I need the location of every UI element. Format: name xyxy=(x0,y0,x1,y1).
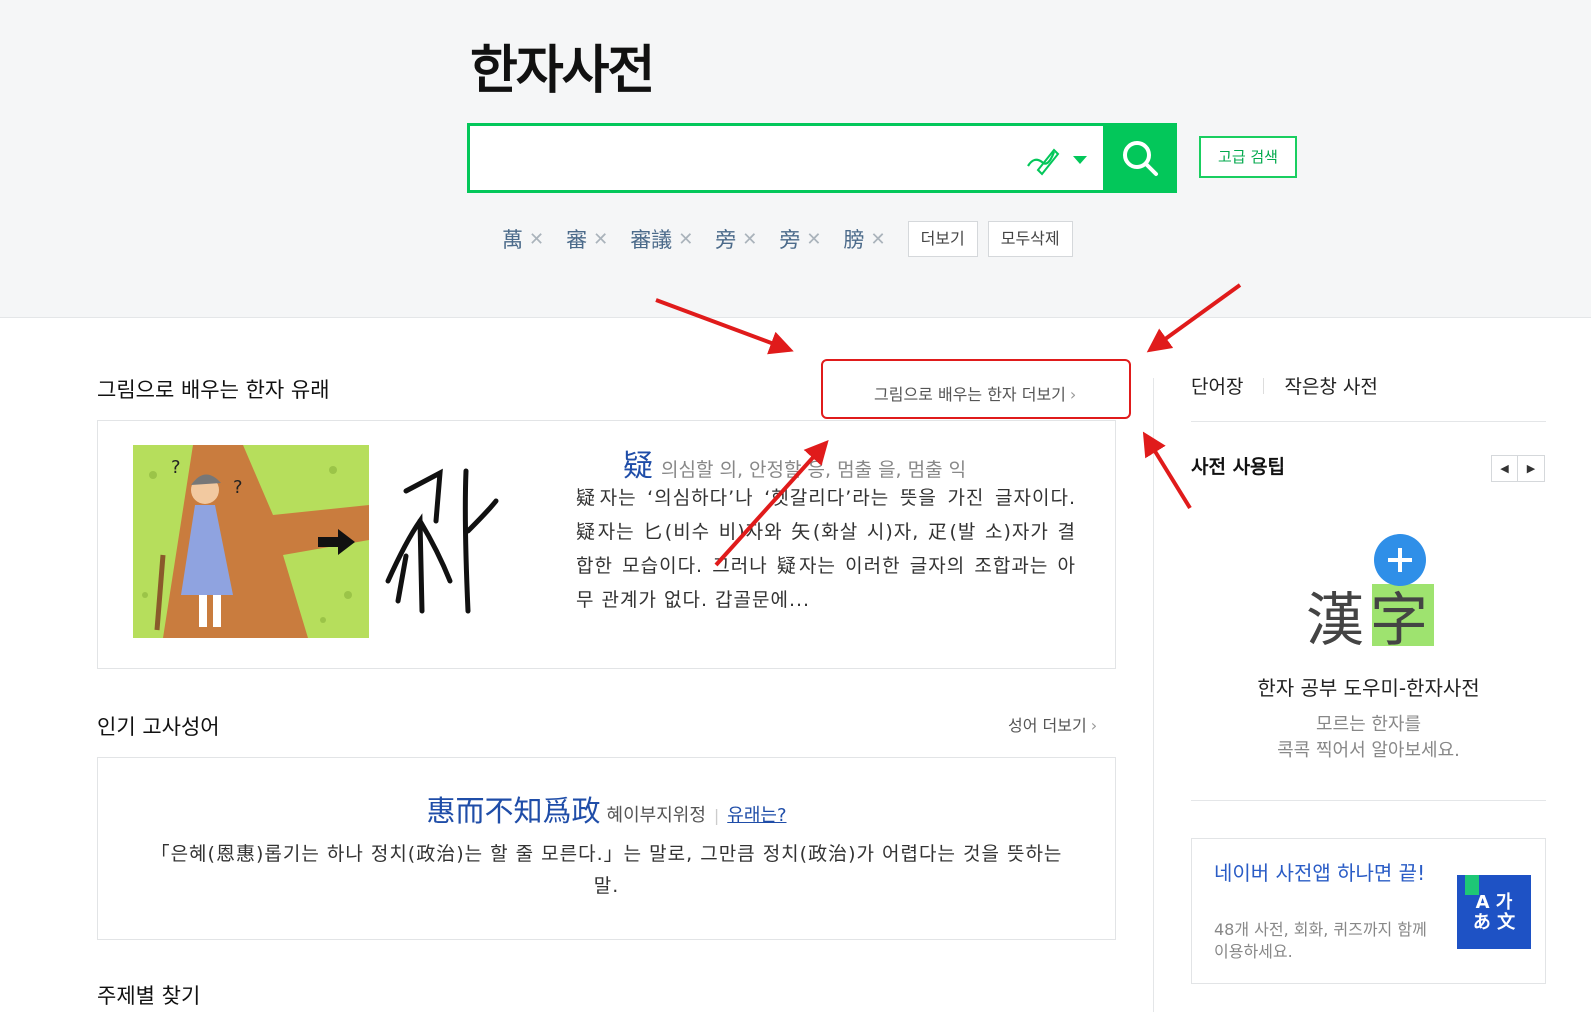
tips-pager: ◀ ▶ xyxy=(1491,455,1545,482)
character[interactable]: 疑 xyxy=(623,449,653,484)
remove-icon[interactable]: ✕ xyxy=(529,229,544,250)
search-icon xyxy=(1123,141,1158,176)
app-icon-text: A 가 xyxy=(1475,892,1513,913)
recent-more-button[interactable]: 더보기 xyxy=(907,221,978,257)
search-input[interactable] xyxy=(482,136,1002,180)
annotation-arrow xyxy=(1142,431,1192,510)
character-readings: 의심할 의, 안정할 응, 멈출 을, 멈출 익 xyxy=(661,459,967,481)
recent-item: 審議 ✕ xyxy=(630,224,693,254)
app-promo-card[interactable]: 네이버 사전앱 하나면 끝! 48개 사전, 회화, 퀴즈까지 함께 이용하세요… xyxy=(1191,838,1546,984)
promo-subtitle: 모르는 한자를 콕콕 찍어서 알아보세요. xyxy=(1191,712,1546,764)
promo-char-2: 字 xyxy=(1370,586,1428,652)
advanced-search-button[interactable]: 고급 검색 xyxy=(1199,136,1297,178)
app-promo-title: 네이버 사전앱 하나면 끝! xyxy=(1214,861,1426,885)
sidebar-divider xyxy=(1153,378,1154,1012)
etymology-description: 疑자는 ‘의심하다’나 ‘헷갈리다’라는 뜻을 가진 글자이다. 疑자는 匕(비… xyxy=(576,487,1076,611)
prev-arrow-icon[interactable]: ◀ xyxy=(1491,455,1518,482)
app-icon-text: あ 文 xyxy=(1472,912,1516,933)
remove-icon[interactable]: ✕ xyxy=(870,229,885,250)
recent-searches: 萬 ✕ 審 ✕ 審議 ✕ 旁 ✕ 旁 ✕ 膀 ✕ 더보기 모두삭제 xyxy=(502,221,1083,257)
idiom-origin-link[interactable]: 유래는? xyxy=(727,805,786,826)
idiom-meaning: 「은혜(恩惠)롭기는 하나 정치(政治)는 할 줄 모른다.」는 말로, 그만큼… xyxy=(150,843,1063,897)
sidebar-links: 단어장 작은창 사전 xyxy=(1191,372,1378,399)
divider xyxy=(1263,377,1265,394)
remove-icon[interactable]: ✕ xyxy=(678,229,693,250)
tips-title: 사전 사용팁 xyxy=(1191,456,1286,478)
recent-item: 審 ✕ xyxy=(566,224,608,254)
recent-item: 旁 ✕ xyxy=(715,224,757,254)
topic-section-title: 주제별 찾기 xyxy=(97,984,201,1008)
divider xyxy=(1191,421,1546,422)
promo-subtitle-line: 콕콕 찍어서 알아보세요. xyxy=(1277,740,1460,761)
recent-word[interactable]: 旁 xyxy=(715,224,736,254)
bookmark-icon xyxy=(1465,875,1479,895)
promo-char-1: 漢 xyxy=(1306,586,1364,652)
hanja-add-graphic: 漢 字 xyxy=(1306,534,1434,652)
oracle-bone-glyph xyxy=(385,468,499,614)
promo-subtitle-line: 모르는 한자를 xyxy=(1315,714,1422,735)
input-tool-dropdown-icon[interactable] xyxy=(1073,156,1087,164)
header-area: 한자사전 고급 검색 萬 ✕ 審 ✕ 審議 ✕ 旁 ✕ 旁 ✕ 膀 ✕ 더보기 모두삭제 xyxy=(0,0,1591,318)
recent-word[interactable]: 膀 xyxy=(843,224,864,254)
remove-icon[interactable]: ✕ xyxy=(742,229,757,250)
remove-icon[interactable]: ✕ xyxy=(806,229,821,250)
etymology-card[interactable]: ? ? 疑 의심할 의, 안정할 응, 멈출 을, 멈출 익 疑자는 ‘의심하다’… xyxy=(97,420,1116,669)
search-button[interactable] xyxy=(1103,123,1177,193)
dictionary-app-icon: A 가 あ 文 xyxy=(1457,875,1531,949)
wordbook-link[interactable]: 단어장 xyxy=(1191,372,1243,399)
recent-item: 膀 ✕ xyxy=(843,224,885,254)
recent-word[interactable]: 審議 xyxy=(630,224,672,254)
annotation-highlight-box xyxy=(821,359,1131,419)
idiom-heading: 惠而不知爲政 혜이부지위정 | 유래는? xyxy=(98,788,1115,830)
promo-title[interactable]: 한자 공부 도우미-한자사전 xyxy=(1191,672,1546,701)
divider xyxy=(1191,800,1546,801)
page-logo[interactable]: 한자사전 xyxy=(470,28,655,103)
idiom-text[interactable]: 惠而不知爲政 xyxy=(427,794,601,828)
recent-word[interactable]: 萬 xyxy=(502,224,523,254)
next-arrow-icon[interactable]: ▶ xyxy=(1518,455,1545,482)
recent-item: 萬 ✕ xyxy=(502,224,544,254)
chevron-right-icon: › xyxy=(1090,716,1098,735)
character-heading: 疑 의심할 의, 안정할 응, 멈출 을, 멈출 익 xyxy=(623,441,966,485)
recent-word[interactable]: 旁 xyxy=(779,224,800,254)
etymology-section-title: 그림으로 배우는 한자 유래 xyxy=(97,378,330,402)
idiom-more-link[interactable]: 성어 더보기 › xyxy=(1008,712,1097,736)
idiom-section-title: 인기 고사성어 xyxy=(97,715,220,739)
etymology-illustration: ? ? xyxy=(133,445,369,638)
idiom-card: 惠而不知爲政 혜이부지위정 | 유래는? 「은혜(恩惠)롭기는 하나 정치(政治)는 … xyxy=(97,757,1116,940)
handwriting-pen-icon[interactable] xyxy=(1024,142,1060,176)
svg-text:?: ? xyxy=(233,477,243,498)
delete-all-button[interactable]: 모두삭제 xyxy=(987,221,1073,257)
svg-text:?: ? xyxy=(171,457,181,478)
search-box xyxy=(467,123,1177,193)
recent-word[interactable]: 審 xyxy=(566,224,587,254)
recent-item: 旁 ✕ xyxy=(779,224,821,254)
divider: | xyxy=(713,806,720,825)
mini-dictionary-link[interactable]: 작은창 사전 xyxy=(1284,372,1377,399)
remove-icon[interactable]: ✕ xyxy=(593,229,608,250)
app-promo-subtitle: 48개 사전, 회화, 퀴즈까지 함께 이용하세요. xyxy=(1214,920,1427,961)
idiom-reading: 혜이부지위정 xyxy=(606,805,706,826)
idiom-more-label: 성어 더보기 xyxy=(1008,716,1087,735)
